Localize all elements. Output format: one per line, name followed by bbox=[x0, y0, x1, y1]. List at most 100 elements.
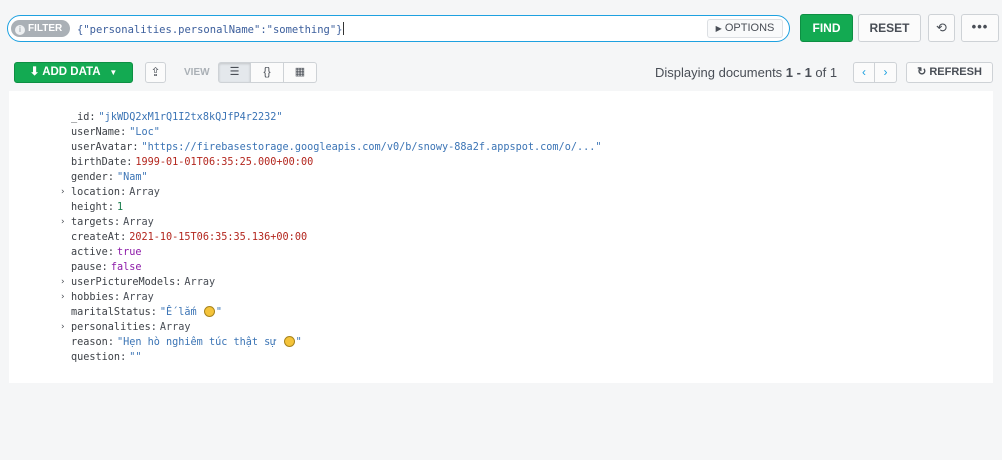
find-button[interactable]: FIND bbox=[800, 14, 853, 42]
expand-arrow-icon[interactable]: › bbox=[60, 290, 65, 305]
field-colon: : bbox=[89, 112, 96, 123]
field-key: active bbox=[71, 247, 108, 258]
json-view-icon[interactable]: {} bbox=[251, 62, 284, 83]
field-colon: : bbox=[120, 352, 127, 363]
filter-input-box[interactable]: i FILTER {"personalities.personalName":"s… bbox=[7, 15, 790, 42]
field-value: "jkWDQ2xM1rQ1I2tx8kQJfP4r2232" bbox=[98, 112, 283, 123]
field-value: Array bbox=[129, 187, 160, 198]
field-row-reason: reason: "Hẹn hò nghiêm túc thật sự " bbox=[71, 335, 602, 350]
field-colon: : bbox=[107, 172, 114, 183]
refresh-icon: ↻ bbox=[917, 66, 927, 78]
field-row-pause: pause: false bbox=[71, 260, 602, 275]
field-key: reason bbox=[71, 337, 108, 348]
refresh-label: REFRESH bbox=[929, 66, 982, 78]
field-row-userPictureModels[interactable]: › userPictureModels: Array bbox=[60, 275, 602, 290]
field-colon: : bbox=[120, 187, 127, 198]
field-value: Array bbox=[123, 292, 154, 303]
field-value: "https://firebasestorage.googleapis.com/… bbox=[141, 142, 602, 153]
field-colon: : bbox=[107, 337, 114, 348]
field-colon: : bbox=[107, 247, 114, 258]
field-row-hobbies[interactable]: › hobbies: Array bbox=[60, 290, 602, 305]
field-row-idid: _id: "jkWDQ2xM1rQ1I2tx8kQJfP4r2232" bbox=[71, 110, 602, 125]
field-colon: : bbox=[132, 142, 139, 153]
field-row-createAt: createAt: 2021-10-15T06:35:35.136+00:00 bbox=[71, 230, 602, 245]
field-colon: : bbox=[150, 322, 157, 333]
field-row-gender: gender: "Nam" bbox=[71, 170, 602, 185]
table-view-icon[interactable]: ▦ bbox=[284, 62, 317, 83]
document-fields: _id: "jkWDQ2xM1rQ1I2tx8kQJfP4r2232" userNa… bbox=[60, 110, 602, 365]
worried-face-emoji bbox=[203, 306, 215, 317]
export-icon[interactable]: ⇪ bbox=[145, 62, 166, 83]
field-value: 2021-10-15T06:35:35.136+00:00 bbox=[129, 232, 308, 243]
count-of: of bbox=[811, 65, 830, 80]
reset-button[interactable]: RESET bbox=[858, 14, 921, 42]
field-row-birthDate: birthDate: 1999-01-01T06:35:25.000+00:00 bbox=[71, 155, 602, 170]
field-value-end: " bbox=[215, 307, 222, 318]
previous-page-icon[interactable]: ‹ bbox=[853, 62, 875, 83]
field-row-userAvatar: userAvatar: "https://firebasestorage.goog… bbox=[71, 140, 602, 155]
field-value: "Loc" bbox=[129, 127, 160, 138]
field-value: false bbox=[110, 262, 142, 273]
filter-label-pill: i FILTER bbox=[11, 20, 70, 37]
field-colon: : bbox=[101, 262, 108, 273]
expand-arrow-icon[interactable]: › bbox=[60, 320, 65, 335]
field-value-end: " bbox=[295, 337, 302, 348]
field-value: "Ế lắm bbox=[159, 307, 203, 318]
field-key: birthDate bbox=[71, 157, 127, 168]
field-key: height bbox=[71, 202, 108, 213]
expand-arrow-icon[interactable]: › bbox=[60, 185, 65, 200]
field-key: question bbox=[71, 352, 121, 363]
field-colon: : bbox=[120, 232, 127, 243]
field-value: Array bbox=[184, 277, 216, 288]
field-key: userName bbox=[71, 127, 121, 138]
neutral-face-emoji bbox=[283, 336, 295, 347]
field-key: createAt bbox=[71, 232, 121, 243]
query-history-icon[interactable]: ⟲ bbox=[928, 14, 955, 42]
field-colon: : bbox=[107, 202, 114, 213]
next-page-icon[interactable]: › bbox=[875, 62, 897, 83]
field-value: "" bbox=[129, 352, 142, 363]
field-key: location bbox=[71, 187, 121, 198]
add-data-label: ADD DATA bbox=[42, 66, 101, 78]
query-bar: i FILTER {"personalities.personalName":"s… bbox=[0, 0, 1002, 90]
field-key: gender bbox=[71, 172, 108, 183]
field-row-userName: userName: "Loc" bbox=[71, 125, 602, 140]
filter-query-input[interactable]: {"personalities.personalName":"something… bbox=[77, 22, 344, 36]
field-key: userAvatar bbox=[71, 142, 133, 153]
filter-label: FILTER bbox=[28, 23, 63, 34]
field-colon: : bbox=[150, 307, 157, 318]
field-row-personalities[interactable]: › personalities: Array bbox=[60, 320, 602, 335]
document-count-text: Displaying documents 1 - 1 of 1 bbox=[655, 65, 837, 80]
options-button[interactable]: ▶ OPTIONS bbox=[707, 19, 783, 38]
view-label: VIEW bbox=[184, 67, 210, 78]
field-colon: : bbox=[113, 292, 121, 303]
refresh-button[interactable]: ↻ REFRESH bbox=[906, 62, 993, 83]
filter-query-text: {"personalities.personalName":"something… bbox=[77, 24, 343, 36]
add-data-button[interactable]: ⬇ ADD DATA ▼ bbox=[14, 62, 133, 83]
field-value: Array bbox=[159, 322, 191, 333]
field-row-targets[interactable]: › targets: Array bbox=[60, 215, 602, 230]
field-key: maritalStatus bbox=[71, 307, 151, 318]
expand-arrow-icon[interactable]: › bbox=[60, 275, 65, 290]
field-key: _id bbox=[71, 112, 90, 123]
field-key: personalities bbox=[71, 322, 151, 333]
field-colon: : bbox=[126, 157, 133, 168]
download-icon: ⬇ bbox=[29, 66, 40, 78]
field-row-question: question: "" bbox=[71, 350, 602, 365]
field-colon: : bbox=[120, 127, 127, 138]
expand-arrow-icon[interactable]: › bbox=[60, 215, 65, 230]
field-value: "Hẹn hò nghiêm túc thật sự bbox=[116, 337, 283, 348]
caret-down-icon: ▼ bbox=[109, 68, 118, 77]
caret-right-icon: ▶ bbox=[715, 24, 722, 33]
list-view-icon[interactable]: ☰ bbox=[218, 62, 251, 83]
text-cursor bbox=[342, 22, 344, 35]
field-row-location[interactable]: › location: Array bbox=[60, 185, 602, 200]
field-colon: : bbox=[113, 217, 121, 228]
document-card: _id: "jkWDQ2xM1rQ1I2tx8kQJfP4r2232" userNa… bbox=[9, 91, 993, 383]
field-value: 1999-01-01T06:35:25.000+00:00 bbox=[135, 157, 314, 168]
info-icon[interactable]: i bbox=[15, 25, 25, 35]
field-key: targets bbox=[71, 217, 114, 228]
more-options-icon[interactable]: ••• bbox=[961, 14, 999, 42]
field-row-active: active: true bbox=[71, 245, 602, 260]
count-total: 1 bbox=[829, 65, 838, 80]
